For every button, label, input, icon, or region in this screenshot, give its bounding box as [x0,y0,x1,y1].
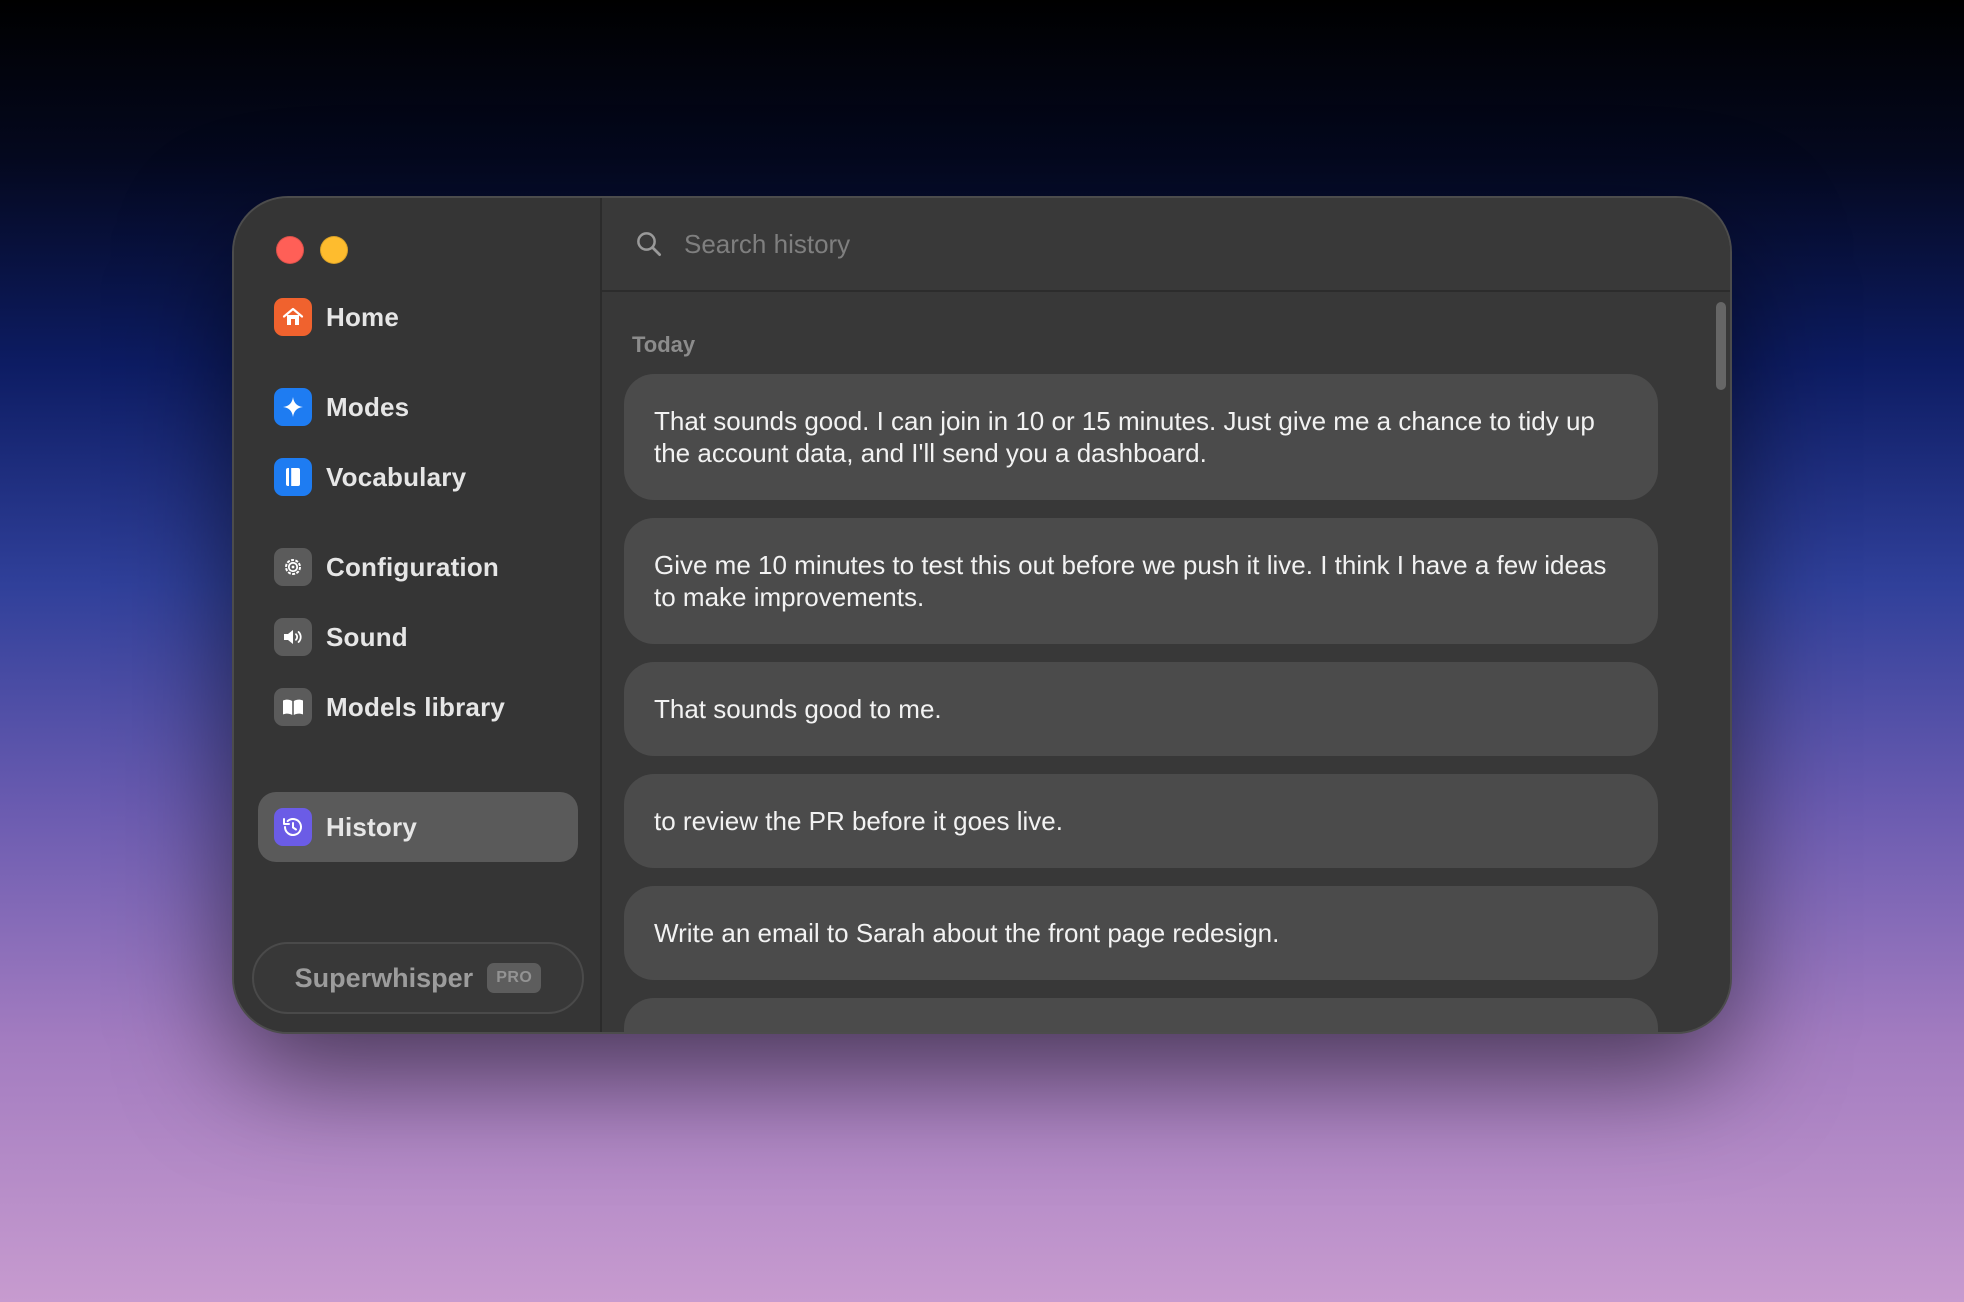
sidebar-item-label: Modes [326,391,410,422]
sidebar-item-label: Home [326,301,400,332]
history-entry-text: Write an email to Sarah about the front … [654,918,1280,948]
section-header-today: Today [632,332,696,357]
superwhisper-pro-button[interactable]: Superwhisper PRO [252,942,584,1014]
pro-product-name: Superwhisper [294,962,474,993]
history-entry[interactable]: That sounds good to me. [624,662,1658,756]
sidebar-item-label: Sound [326,621,408,652]
sidebar-item-label: Models library [326,691,506,722]
history-entry[interactable] [624,998,1658,1032]
sidebar-item-sound[interactable]: Sound [258,602,578,672]
gear-icon [274,548,312,586]
history-entry[interactable]: Give me 10 minutes to test this out befo… [624,518,1658,644]
sparkle-icon [274,388,312,426]
window-controls [276,236,348,264]
pro-badge: PRO [487,963,542,993]
search-icon [637,232,661,256]
minimize-button[interactable] [320,236,348,264]
history-entry-text: Give me 10 minutes to test this out befo… [654,550,1607,612]
history-entry-text: That sounds good to me. [654,694,942,724]
close-button[interactable] [276,236,304,264]
sidebar-item-label: History [326,811,417,842]
sidebar-item-models-library[interactable]: Models library [258,672,578,742]
search-input[interactable] [684,228,1584,260]
search-bar [602,198,1730,292]
speaker-icon [274,618,312,656]
book-icon [274,458,312,496]
history-entry-text: to review the PR before it goes live. [654,806,1063,836]
history-entry[interactable]: to review the PR before it goes live. [624,774,1658,868]
history-entry[interactable]: That sounds good. I can join in 10 or 15… [624,374,1658,500]
history-entry[interactable]: Write an email to Sarah about the front … [624,886,1658,980]
sidebar-item-label: Configuration [326,551,500,582]
sidebar-item-vocabulary[interactable]: Vocabulary [258,442,578,512]
main-panel: Today That sounds good. I can join in 10… [602,198,1730,1032]
sidebar-item-history[interactable]: History [258,792,578,862]
scrollbar[interactable] [1716,302,1726,390]
sidebar: Home Modes Vocabulary Configuration Soun [234,198,602,1032]
sidebar-item-configuration[interactable]: Configuration [258,532,578,602]
house-icon [274,298,312,336]
history-entry-text: That sounds good. I can join in 10 or 15… [654,406,1595,468]
history-list: Today That sounds good. I can join in 10… [602,294,1730,1032]
app-window: Home Modes Vocabulary Configuration Soun [232,196,1732,1034]
history-icon [274,808,312,846]
sidebar-item-home[interactable]: Home [258,282,578,352]
sidebar-item-label: Vocabulary [326,461,467,492]
open-book-icon [274,688,312,726]
sidebar-item-modes[interactable]: Modes [258,372,578,442]
